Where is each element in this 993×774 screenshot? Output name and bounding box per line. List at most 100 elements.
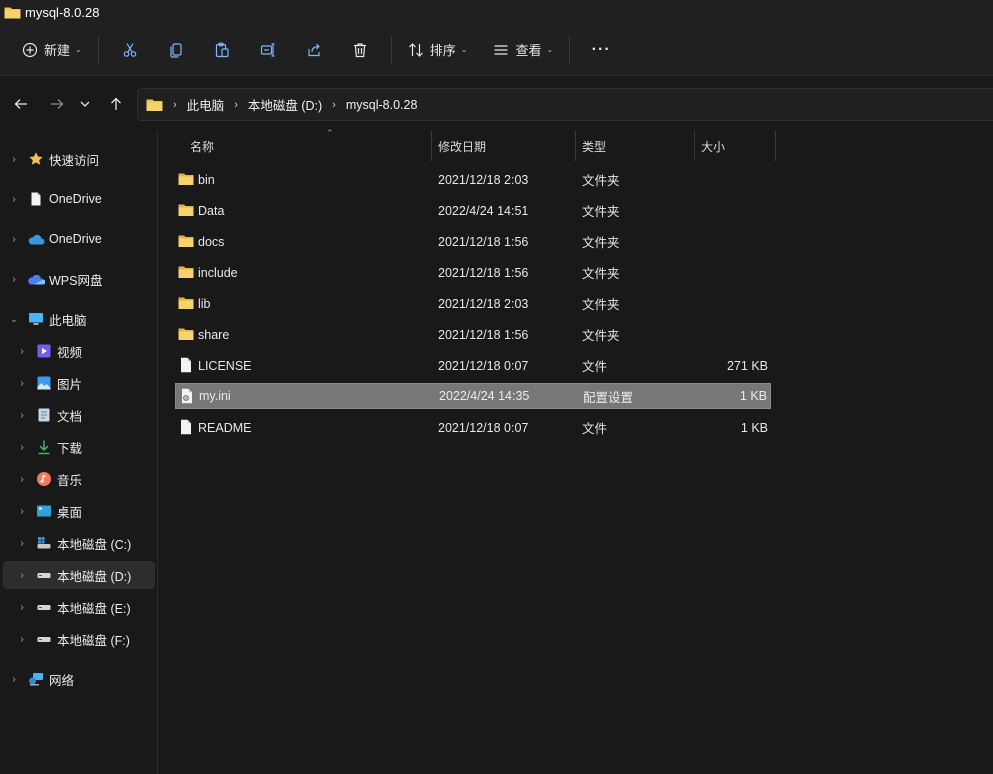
sidebar-item-drive-e[interactable]: › 本地磁盘 (E:) bbox=[17, 593, 130, 621]
view-button[interactable]: 查看 ⌄ bbox=[485, 32, 561, 68]
expand-chevron-icon[interactable]: › bbox=[17, 538, 27, 549]
sidebar-item-wps-cloud[interactable]: › WPS网盘 bbox=[9, 265, 102, 293]
up-button[interactable] bbox=[100, 88, 132, 120]
file-type: 文件 bbox=[582, 360, 608, 374]
sort-button-label: 排序 bbox=[429, 43, 456, 58]
more-options-button[interactable]: ··· bbox=[578, 32, 624, 68]
sidebar-item-onedrive-personal[interactable]: › OneDrive bbox=[9, 185, 102, 213]
expand-chevron-icon[interactable]: › bbox=[17, 506, 27, 517]
collapse-chevron-icon[interactable]: ⌄ bbox=[9, 314, 19, 325]
sidebar-item-label: 文档 bbox=[57, 409, 83, 424]
file-size: 1 KB bbox=[740, 420, 768, 435]
expand-chevron-icon[interactable]: › bbox=[17, 378, 27, 389]
file-type: 文件夹 bbox=[582, 329, 620, 343]
file-name: lib bbox=[198, 296, 211, 311]
file-date: 2021/12/18 2:03 bbox=[438, 296, 529, 311]
paste-button[interactable] bbox=[199, 32, 245, 68]
folder-icon bbox=[178, 235, 194, 247]
sidebar-item-label: 图片 bbox=[57, 377, 83, 392]
sidebar-item-drive-d[interactable]: › 本地磁盘 (D:) bbox=[3, 561, 155, 589]
folder-icon bbox=[178, 204, 194, 216]
file-name: include bbox=[198, 265, 238, 280]
chevron-down-icon: ⌄ bbox=[546, 45, 554, 54]
share-button[interactable] bbox=[291, 32, 337, 68]
expand-chevron-icon[interactable]: › bbox=[9, 674, 19, 685]
column-header-size[interactable]: 大小 bbox=[695, 131, 776, 161]
file-icon bbox=[181, 357, 191, 373]
expand-chevron-icon[interactable]: › bbox=[17, 442, 27, 453]
column-header-type[interactable]: 类型 bbox=[576, 131, 695, 161]
sort-button[interactable]: 排序 ⌄ bbox=[400, 32, 476, 68]
sidebar-item-desktop[interactable]: › 桌面 bbox=[17, 497, 82, 525]
network-icon bbox=[27, 670, 45, 688]
file-type: 文件夹 bbox=[582, 174, 620, 188]
column-header-name[interactable]: 名称 ⌃ bbox=[184, 128, 432, 161]
drive-icon bbox=[35, 598, 53, 616]
file-row[interactable]: bin 2021/12/18 2:03 文件夹 bbox=[175, 167, 771, 192]
chevron-down-icon bbox=[80, 101, 90, 107]
sidebar-item-pictures[interactable]: › 图片 bbox=[17, 369, 82, 397]
arrow-right-icon bbox=[51, 99, 64, 109]
navigation-bar: › 此电脑 › 本地磁盘 (D:) › mysql-8.0.28 bbox=[0, 77, 993, 131]
breadcrumb-separator-icon: › bbox=[234, 98, 238, 111]
file-date: 2022/4/24 14:51 bbox=[438, 203, 529, 218]
file-row[interactable]: LICENSE 2021/12/18 0:07 文件 271 KB bbox=[175, 353, 771, 378]
file-row-selected[interactable]: my.ini 2022/4/24 14:35 配置设置 1 KB bbox=[175, 383, 771, 409]
star-icon bbox=[27, 150, 45, 168]
forward-button[interactable] bbox=[41, 88, 73, 120]
copy-button[interactable] bbox=[153, 32, 199, 68]
file-row[interactable]: docs 2021/12/18 1:56 文件夹 bbox=[175, 229, 771, 254]
breadcrumb-drive-d[interactable]: 本地磁盘 (D:) bbox=[248, 95, 322, 114]
file-row[interactable]: Data 2022/4/24 14:51 文件夹 bbox=[175, 198, 771, 223]
monitor-icon bbox=[27, 310, 45, 328]
command-bar: 新建 ⌄ 排序 ⌄ 查看 ⌄ ··· bbox=[0, 24, 993, 76]
breadcrumb-this-pc[interactable]: 此电脑 bbox=[187, 95, 225, 114]
breadcrumb-separator-icon: › bbox=[173, 98, 177, 111]
rename-button[interactable] bbox=[245, 32, 291, 68]
sidebar-item-quick-access[interactable]: › 快速访问 bbox=[9, 145, 99, 173]
file-size: 271 KB bbox=[726, 358, 768, 373]
expand-chevron-icon[interactable]: › bbox=[9, 234, 19, 245]
sidebar-item-label: 本地磁盘 (C:) bbox=[57, 537, 132, 552]
expand-chevron-icon[interactable]: › bbox=[9, 194, 19, 205]
breadcrumb-current-folder[interactable]: mysql-8.0.28 bbox=[346, 98, 418, 112]
sidebar-item-label: 快速访问 bbox=[49, 153, 100, 168]
sidebar-item-music[interactable]: › 音乐 bbox=[17, 465, 82, 493]
recent-locations-button[interactable] bbox=[74, 88, 96, 120]
sidebar-item-this-pc[interactable]: ⌄ 此电脑 bbox=[9, 305, 87, 333]
column-header-label: 类型 bbox=[582, 139, 607, 154]
expand-chevron-icon[interactable]: › bbox=[17, 346, 27, 357]
sidebar-item-documents[interactable]: › 文档 bbox=[17, 401, 82, 429]
file-row[interactable]: include 2021/12/18 1:56 文件夹 bbox=[175, 260, 771, 285]
file-type: 文件夹 bbox=[582, 298, 620, 312]
address-bar[interactable]: › 此电脑 › 本地磁盘 (D:) › mysql-8.0.28 bbox=[137, 88, 993, 121]
column-header-date[interactable]: 修改日期 bbox=[432, 131, 576, 161]
file-row[interactable]: lib 2021/12/18 2:03 文件夹 bbox=[175, 291, 771, 316]
delete-button[interactable] bbox=[337, 32, 383, 68]
sidebar-item-drive-f[interactable]: › 本地磁盘 (F:) bbox=[17, 625, 130, 653]
expand-chevron-icon[interactable]: › bbox=[17, 474, 27, 485]
new-button[interactable]: 新建 ⌄ bbox=[14, 32, 90, 68]
expand-chevron-icon[interactable]: › bbox=[17, 570, 27, 581]
expand-chevron-icon[interactable]: › bbox=[9, 274, 19, 285]
sidebar-item-label: OneDrive bbox=[49, 192, 102, 206]
trash-icon bbox=[353, 42, 366, 57]
sidebar-item-videos[interactable]: › 视频 bbox=[17, 337, 82, 365]
sidebar-item-drive-c[interactable]: › 本地磁盘 (C:) bbox=[17, 529, 131, 557]
file-row[interactable]: share 2021/12/18 1:56 文件夹 bbox=[175, 322, 771, 347]
expand-chevron-icon[interactable]: › bbox=[17, 602, 27, 613]
cloud-icon bbox=[27, 230, 45, 248]
cut-button[interactable] bbox=[107, 32, 153, 68]
file-type: 文件夹 bbox=[582, 267, 620, 281]
sidebar-item-onedrive[interactable]: › OneDrive bbox=[9, 225, 101, 253]
expand-chevron-icon[interactable]: › bbox=[17, 410, 27, 421]
sidebar-item-downloads[interactable]: › 下载 bbox=[17, 433, 82, 461]
folder-icon bbox=[4, 7, 21, 18]
sidebar-item-label: 此电脑 bbox=[49, 313, 87, 328]
expand-chevron-icon[interactable]: › bbox=[9, 154, 19, 165]
expand-chevron-icon[interactable]: › bbox=[17, 634, 27, 645]
sidebar-item-label: 下载 bbox=[57, 441, 83, 456]
sidebar-item-network[interactable]: › 网络 bbox=[9, 665, 74, 693]
file-row[interactable]: README 2021/12/18 0:07 文件 1 KB bbox=[175, 415, 771, 440]
back-button[interactable] bbox=[5, 88, 37, 120]
